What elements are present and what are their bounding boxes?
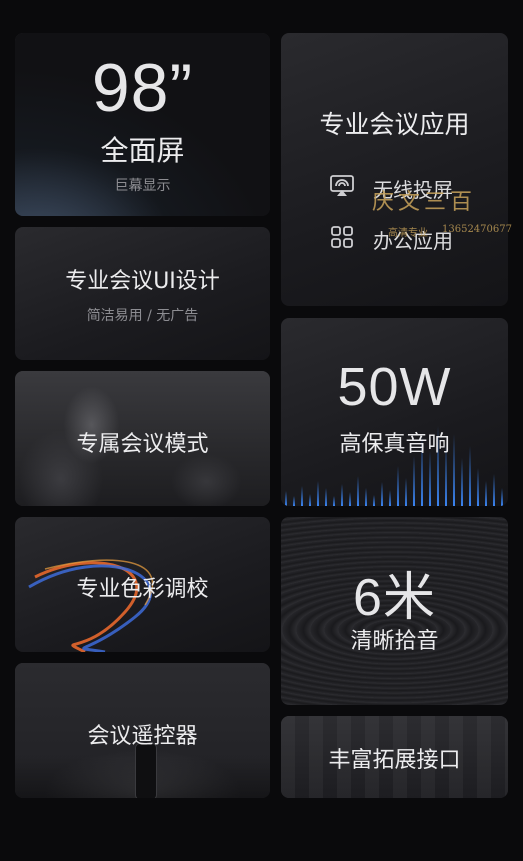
watermark-text: 庆文三百 xyxy=(372,190,477,215)
ports-title: 丰富拓展接口 xyxy=(328,748,461,773)
watermark-phone: 13652470677 xyxy=(442,224,512,235)
color-calibration-card: 专业色彩调校 xyxy=(15,517,270,652)
mode-title: 专属会议模式 xyxy=(76,432,209,457)
apps-title: 专业会议应用 xyxy=(319,110,470,139)
ui-title: 专业会议UI设计 xyxy=(65,269,220,294)
color-title: 专业色彩调校 xyxy=(76,577,209,602)
mic-range-value: 6米 xyxy=(353,569,436,627)
meeting-apps-card: 专业会议应用 无线投屏 办公应用 xyxy=(281,33,508,306)
watermark-sub: 高清专业 xyxy=(388,228,428,239)
screen-size-card: 98” 全面屏 巨幕显示 xyxy=(15,33,270,216)
ports-card: 丰富拓展接口 xyxy=(281,716,508,798)
screen-subtitle: 巨幕显示 xyxy=(114,178,171,194)
mic-range-card: 6米 清晰拾音 xyxy=(281,517,508,705)
remote-card: 会议遥控器 xyxy=(15,663,270,798)
ui-subtitle: 简洁易用 / 无广告 xyxy=(86,308,199,324)
audio-title: 高保真音响 xyxy=(339,432,450,457)
screen-size-value: 98” xyxy=(91,50,194,126)
screen-cast-icon xyxy=(329,173,355,204)
screen-title: 全面屏 xyxy=(100,134,185,167)
remote-control-image xyxy=(135,743,157,798)
meeting-mode-card: 专属会议模式 xyxy=(15,371,270,506)
remote-title: 会议遥控器 xyxy=(87,724,198,749)
audio-value: 50W xyxy=(337,357,452,417)
audio-card: 50W 高保真音响 xyxy=(281,318,508,506)
grid-apps-icon xyxy=(329,224,355,255)
mic-title: 清晰拾音 xyxy=(350,629,439,654)
meeting-ui-card: 专业会议UI设计 简洁易用 / 无广告 xyxy=(15,227,270,360)
